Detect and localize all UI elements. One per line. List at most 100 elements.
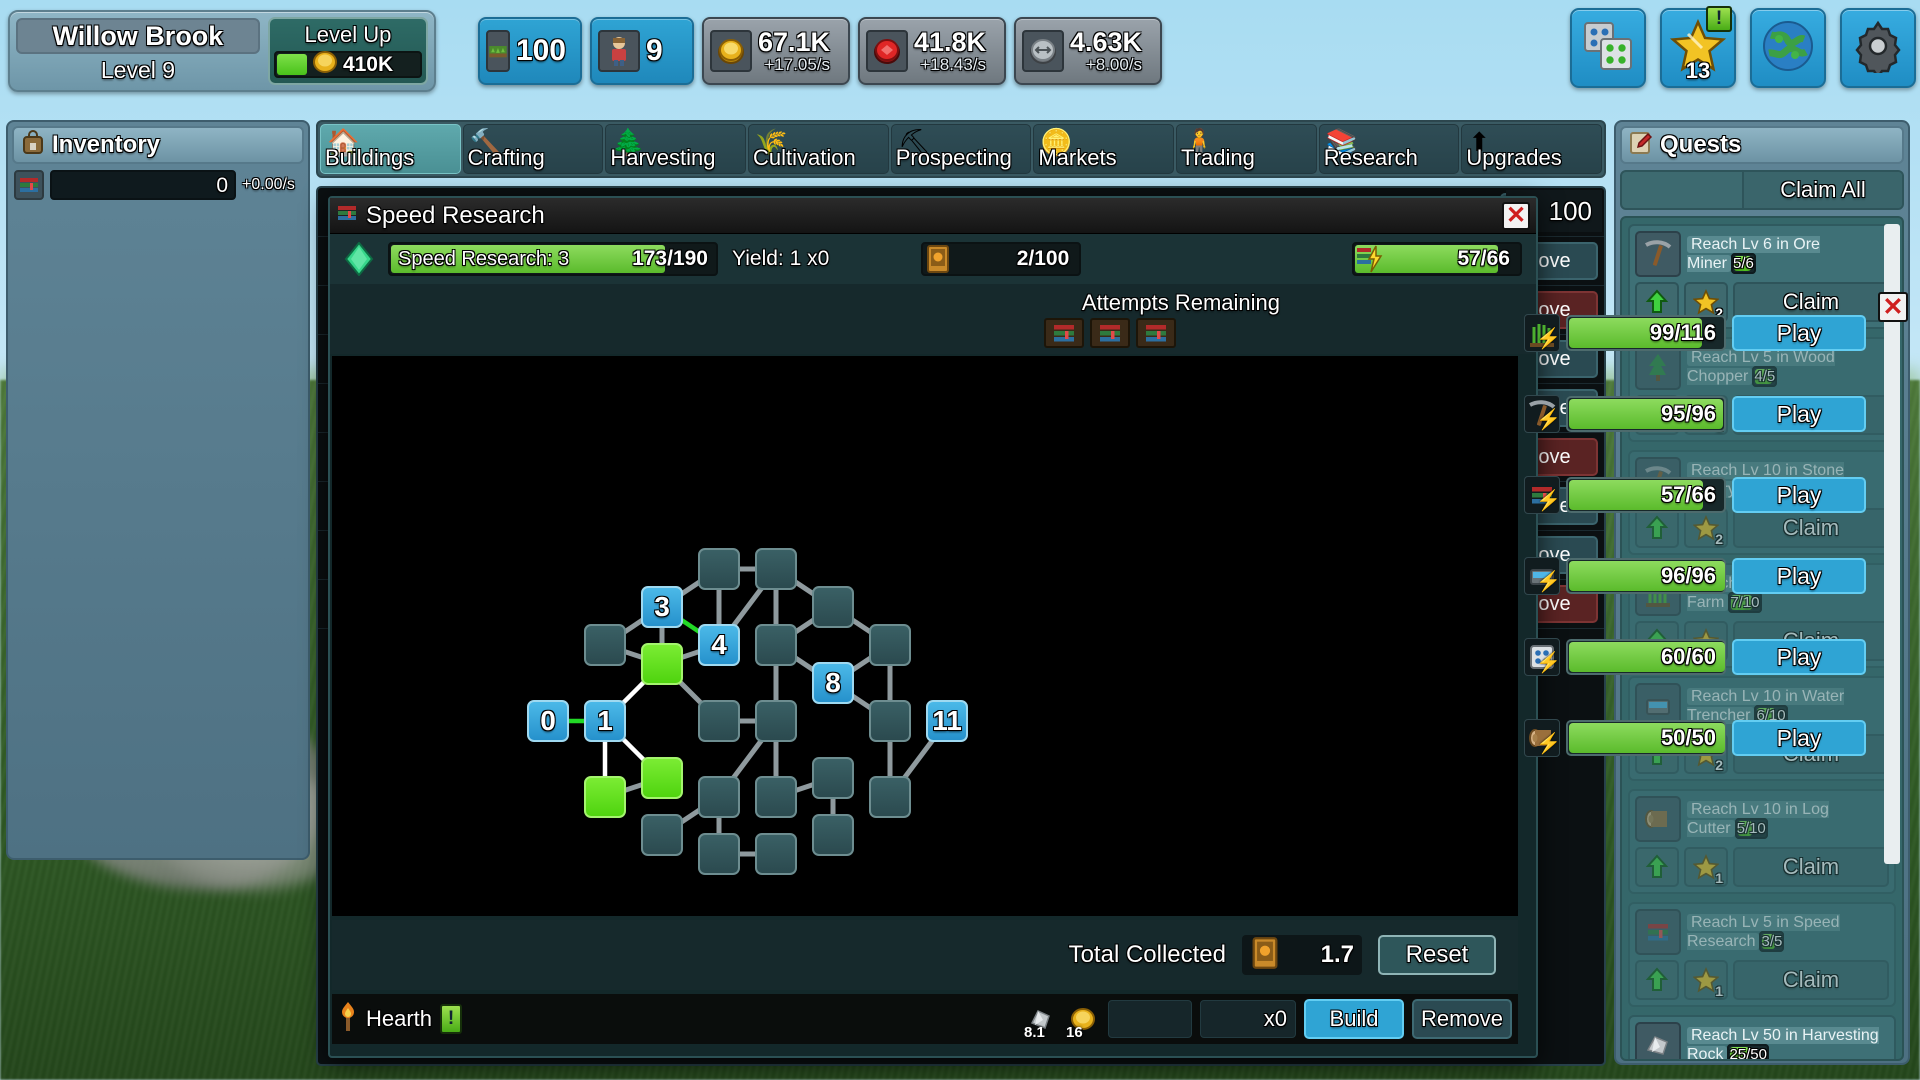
play-label: Play (1776, 643, 1822, 670)
level-up-button[interactable]: Level Up 410K (267, 17, 428, 85)
tab-trading[interactable]: 🧍 Trading (1176, 124, 1317, 174)
graph-node-blank[interactable] (698, 776, 740, 818)
remove-button[interactable]: Remove (1412, 999, 1512, 1039)
total-collected-label: Total Collected (1068, 941, 1226, 968)
play-row: ⚡ 50/50 Play (1524, 715, 1904, 761)
play-button[interactable]: Play (1732, 396, 1866, 432)
graph-node-11[interactable]: 11 (926, 700, 968, 742)
star-count-badge: 13 (1685, 58, 1711, 83)
tab-crafting[interactable]: 🔨 Crafting (462, 124, 604, 174)
gem-icon (344, 241, 374, 277)
play-button[interactable]: Play (1732, 558, 1866, 594)
tab-cultivation[interactable]: 🌾 Cultivation (748, 124, 889, 174)
close-icon[interactable]: ✕ (1502, 201, 1530, 230)
graph-node-blank[interactable] (755, 624, 797, 666)
play-button[interactable]: Play (1732, 720, 1866, 756)
world-button[interactable] (1750, 8, 1826, 88)
graph-node-blank[interactable] (755, 548, 797, 590)
graph-node-blank[interactable] (869, 624, 911, 666)
quest-card: Reach Lv 50 in Harvesting Rock25/502Clai… (1628, 1015, 1896, 1059)
stone-icon (1635, 1022, 1681, 1059)
gold-cost: 16 (1066, 999, 1100, 1041)
inventory-rate: +0.00/s (242, 176, 295, 193)
quest-claim-button[interactable]: Claim (1733, 960, 1889, 1000)
books-icon (1136, 318, 1176, 348)
energy-stat-value: 57/66 (1457, 247, 1510, 270)
level-up-label: Level Up (304, 22, 392, 47)
play-button[interactable]: Play (1732, 477, 1866, 513)
dice-button[interactable] (1570, 8, 1646, 88)
play-label: Play (1776, 481, 1822, 508)
play-progress-bar: 99/116 (1566, 315, 1726, 351)
play-progress-bar: 96/96 (1566, 558, 1726, 594)
research-node-board[interactable]: 0 1 3 4 8 11 (332, 356, 1518, 916)
graph-node-blank[interactable] (584, 624, 626, 666)
graph-node-blank[interactable] (869, 700, 911, 742)
graph-node-1[interactable]: 1 (584, 700, 626, 742)
graph-node-blank[interactable] (812, 757, 854, 799)
reward-upgrade-icon (1635, 847, 1679, 887)
graph-node-blank[interactable] (812, 814, 854, 856)
play-button[interactable]: Play (1732, 639, 1866, 675)
play-button[interactable]: Play (1732, 315, 1866, 351)
graph-node-blank[interactable] (869, 776, 911, 818)
star-button[interactable]: ! 13 (1660, 6, 1736, 88)
graph-node-0[interactable]: 0 (527, 700, 569, 742)
play-overlay-panel: ✕ ⚡ 99/116 Play ⚡ 95/96 Play ⚡ 57/66 Play ⚡ 96/96 P… (1524, 292, 1914, 802)
grass-tile-icon (486, 30, 510, 72)
build-button[interactable]: Build (1304, 999, 1404, 1039)
graph-node-blank[interactable] (755, 700, 797, 742)
graph-node-blank[interactable] (755, 776, 797, 818)
graph-node-blank[interactable] (755, 833, 797, 875)
speed-research-progress-value: 173/190 (632, 247, 708, 270)
claim-all-button[interactable]: Claim All (1742, 172, 1902, 208)
build-label: Build (1329, 1006, 1379, 1031)
gear-icon (1851, 19, 1905, 79)
bolt-icon: ⚡ (1536, 409, 1561, 431)
claim-all-row: Claim All (1620, 170, 1904, 210)
graph-node-8[interactable]: 8 (812, 662, 854, 704)
remove-label: Remove (1421, 1006, 1503, 1031)
quest-claim-button[interactable]: Claim (1733, 847, 1889, 887)
log-icon: ⚡ (1524, 719, 1561, 757)
modal-stats-bar: Speed Research: 3 173/190 Yield: 1 x0 2/… (330, 234, 1536, 284)
attempts-remaining-label: Attempts Remaining (1081, 290, 1280, 315)
crops-icon: ⚡ (1524, 314, 1561, 352)
attempts-remaining-section: Attempts Remaining (330, 284, 1536, 354)
reset-button[interactable]: Reset (1378, 935, 1496, 975)
stone-cost-value: 8.1 (1024, 1024, 1045, 1041)
quests-title: Quests (1660, 131, 1742, 158)
books-icon (14, 170, 44, 200)
graph-node-blank[interactable] (812, 586, 854, 628)
book-stat: 2/100 (921, 242, 1082, 276)
attempts-remaining-icons (1044, 318, 1176, 348)
graph-node-3[interactable]: 3 (641, 586, 683, 628)
tab-prospecting[interactable]: ⛏ Prospecting (890, 124, 1032, 174)
torch-icon (338, 1001, 358, 1038)
graph-node-4[interactable]: 4 (698, 624, 740, 666)
tab-buildings[interactable]: 🏠 Buildings (320, 124, 461, 174)
tab-upgrades[interactable]: ⬆ Upgrades (1461, 124, 1603, 174)
graph-node-blank[interactable] (698, 548, 740, 590)
graph-node-blank[interactable] (698, 833, 740, 875)
play-label: Play (1776, 562, 1822, 589)
inventory-row: 0 +0.00/s (12, 170, 304, 200)
graph-node-blank[interactable] (698, 700, 740, 742)
graph-node-blank[interactable] (641, 814, 683, 856)
total-collected-box: 1.7 (1242, 935, 1362, 975)
graph-node-blank[interactable] (641, 757, 683, 799)
speed-research-modal: Speed Research ✕ Speed Research: 3 173/1… (328, 196, 1538, 1058)
resource-ruby-rate: +18.43/s (920, 54, 987, 74)
tab-harvesting[interactable]: 🌲 Harvesting (605, 124, 747, 174)
modal-titlebar: Speed Research ✕ (330, 198, 1536, 234)
quest-progress-bar: 25/50 (1727, 1044, 1769, 1059)
settings-button[interactable] (1840, 8, 1916, 88)
level-up-progress-fill (276, 54, 307, 75)
inventory-panel: Inventory 0 +0.00/s (6, 120, 310, 860)
tab-markets[interactable]: 🪙 Markets (1033, 124, 1175, 174)
play-row: ⚡ 96/96 Play (1524, 553, 1904, 599)
book-icon (923, 242, 953, 276)
graph-node-blank[interactable] (584, 776, 626, 818)
tab-research[interactable]: 📚 Research (1318, 124, 1460, 174)
graph-node-blank[interactable] (641, 643, 683, 685)
